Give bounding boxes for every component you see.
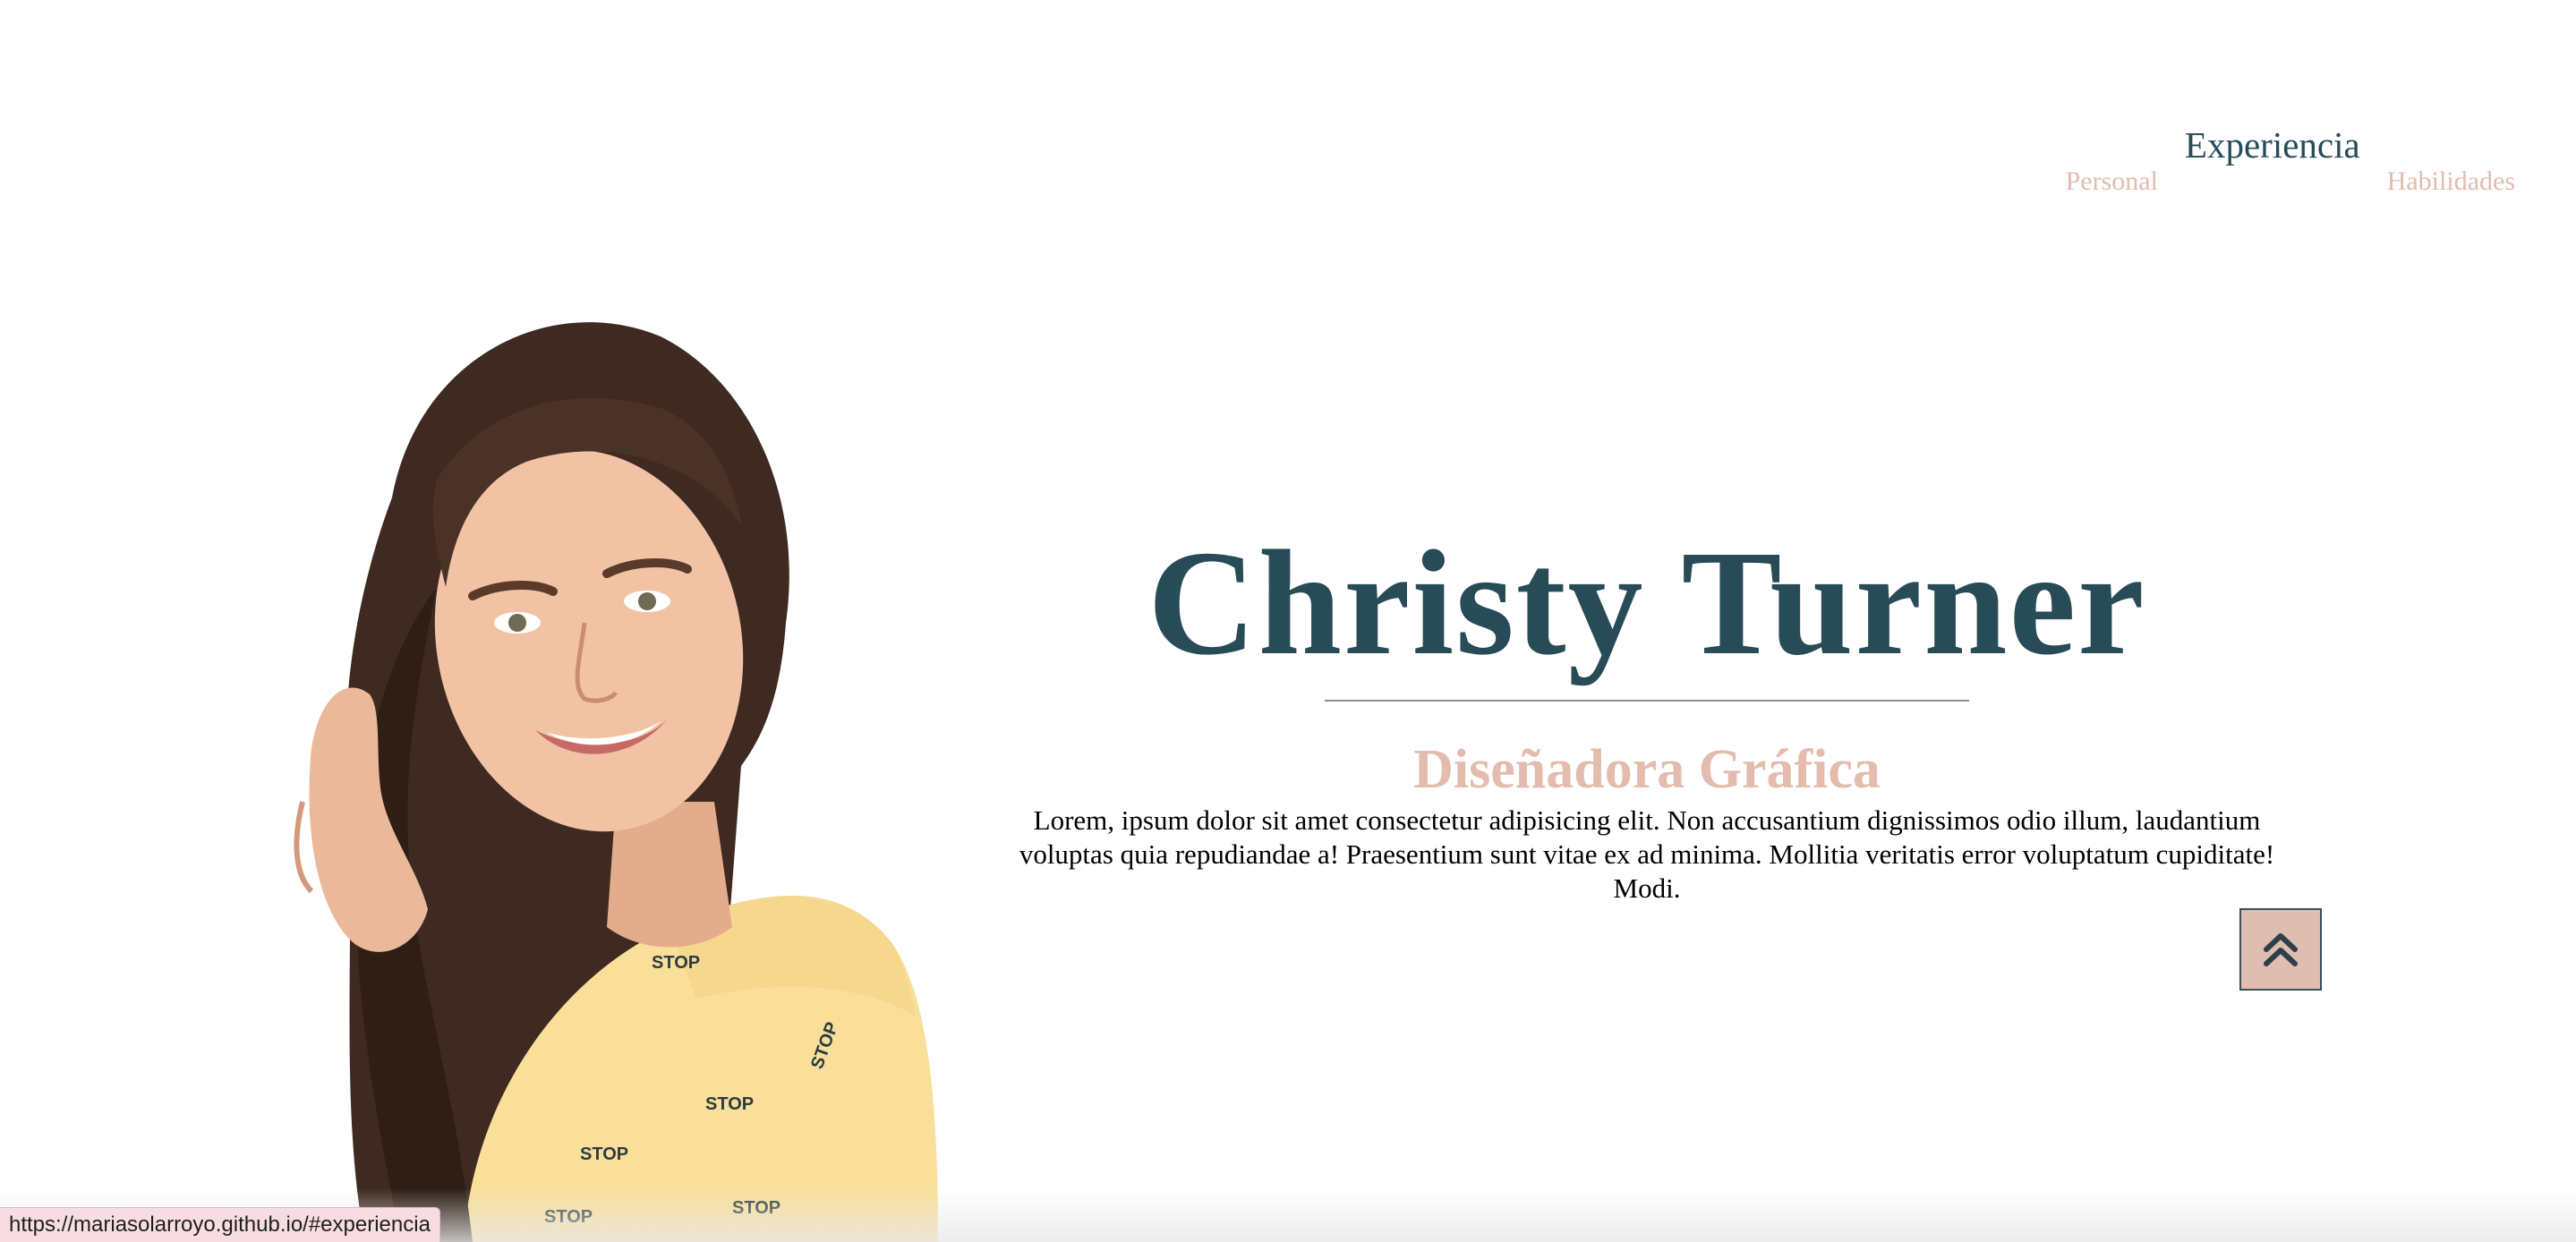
back-to-top-button[interactable] — [2239, 908, 2322, 991]
nav-link-habilidades[interactable]: Habilidades — [2387, 166, 2515, 197]
nav-link-personal[interactable]: Personal — [2066, 166, 2158, 197]
svg-text:STOP: STOP — [705, 1094, 754, 1114]
hero-role: Diseñadora Gráfica — [1413, 739, 1881, 800]
double-chevron-up-icon — [2264, 933, 2298, 966]
nav-link-experiencia[interactable]: Experiencia — [2185, 123, 2360, 166]
portrait-image: STOP STOP STOP STOP STOP STOP — [294, 322, 938, 1242]
status-bar-url: https://mariasolarroyo.github.io/#experi… — [0, 1207, 440, 1242]
page: Personal Experiencia Habilidades STOP ST… — [0, 0, 2576, 1242]
hero-divider — [1325, 700, 1969, 702]
hero-description: Lorem, ipsum dolor sit amet consectetur … — [1019, 804, 2275, 904]
hero-name: Christy Turner — [1147, 520, 2146, 686]
svg-text:STOP: STOP — [652, 953, 700, 973]
main-nav: Personal Experiencia Habilidades — [2066, 107, 2515, 196]
svg-text:STOP: STOP — [580, 1144, 628, 1164]
